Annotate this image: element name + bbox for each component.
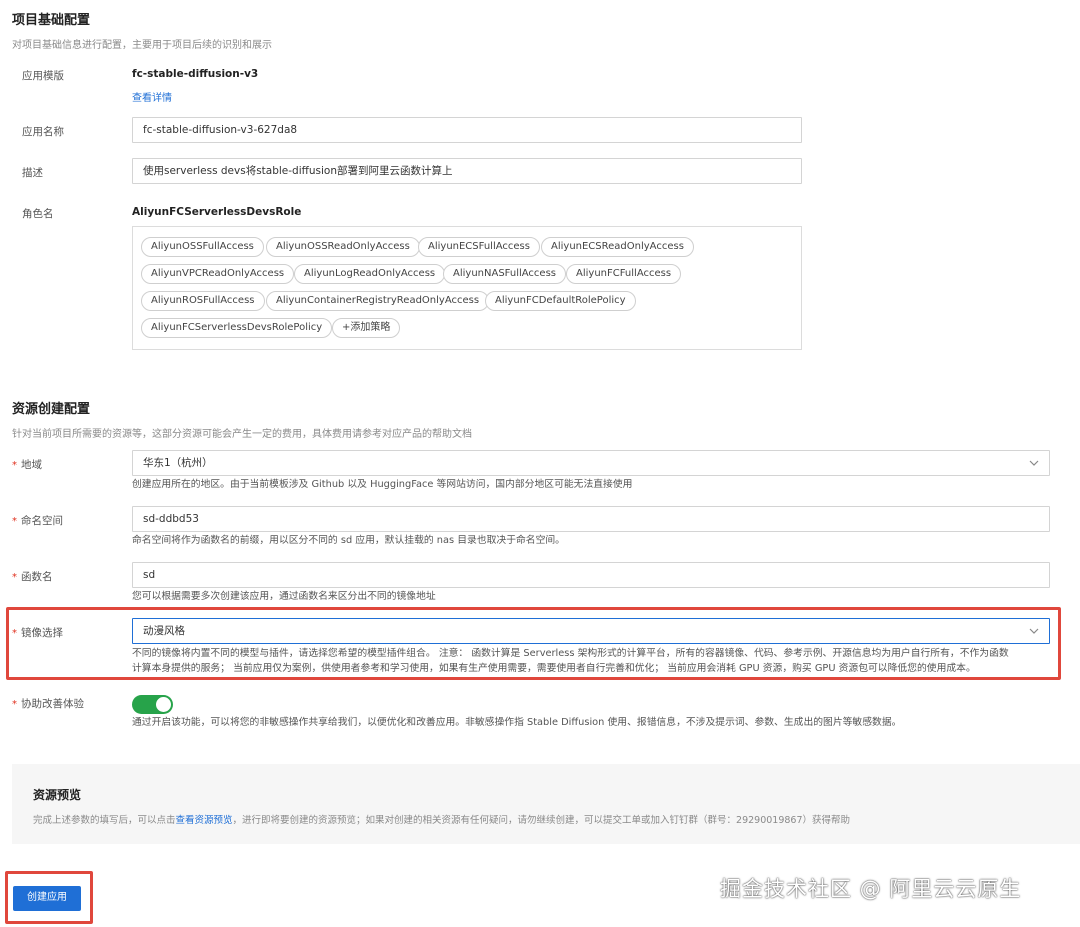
policy-tag[interactable]: AliyunFCServerlessDevsRolePolicy bbox=[141, 318, 333, 338]
function-name-label-text: 函数名 bbox=[21, 571, 53, 583]
policy-tag[interactable]: AliyunNASFullAccess bbox=[443, 264, 566, 284]
region-label: * 地域 bbox=[12, 457, 42, 472]
chevron-down-icon bbox=[1029, 460, 1039, 466]
improve-help: 通过开启该功能，可以将您的非敏感操作共享给我们，以便优化和改善应用。非敏感操作指… bbox=[132, 717, 902, 728]
image-help-line-2: 计算本身提供的服务； 当前应用仅为案例，供使用者参考和学习使用，如果有生产使用需… bbox=[132, 663, 976, 674]
required-mark: * bbox=[12, 460, 17, 471]
role-value: AliyunFCServerlessDevsRole bbox=[132, 206, 302, 218]
image-label-text: 镜像选择 bbox=[21, 627, 63, 639]
function-name-input[interactable]: sd bbox=[132, 562, 1050, 588]
preview-text-after: ，进行即将要创建的资源预览；如果对创建的相关资源有任何疑问，请勿继续创建，可以提… bbox=[232, 815, 851, 826]
preview-text-before: 完成上述参数的填写后，可以点击 bbox=[33, 815, 176, 826]
role-label: 角色名 bbox=[22, 208, 54, 220]
policy-tag[interactable]: AliyunROSFullAccess bbox=[141, 291, 265, 311]
preview-text: 完成上述参数的填写后，可以点击查看资源预览，进行即将要创建的资源预览；如果对创建… bbox=[33, 812, 850, 826]
improve-toggle[interactable] bbox=[132, 695, 173, 714]
template-value: fc-stable-diffusion-v3 bbox=[132, 68, 259, 80]
resource-section-title: 资源创建配置 bbox=[12, 402, 91, 417]
image-label: * 镜像选择 bbox=[12, 625, 63, 640]
chevron-down-icon bbox=[1029, 628, 1039, 634]
policy-tag[interactable]: AliyunContainerRegistryReadOnlyAccess bbox=[266, 291, 490, 311]
watermark: 掘金技术社区 @ 阿里云云原生 bbox=[720, 877, 1022, 901]
app-name-input[interactable]: fc-stable-diffusion-v3-627da8 bbox=[132, 117, 802, 143]
image-select[interactable]: 动漫风格 bbox=[132, 618, 1050, 644]
namespace-label-text: 命名空间 bbox=[21, 515, 63, 527]
app-name-label: 应用名称 bbox=[22, 126, 64, 138]
template-detail-link[interactable]: 查看详情 bbox=[132, 89, 172, 104]
description-input[interactable]: 使用serverless devs将stable-diffusion部署到阿里云… bbox=[132, 158, 802, 184]
required-mark: * bbox=[12, 699, 17, 710]
basic-section-desc: 对项目基础信息进行配置，主要用于项目后续的识别和展示 bbox=[12, 40, 272, 51]
preview-title: 资源预览 bbox=[33, 788, 82, 802]
policy-tag[interactable]: AliyunECSReadOnlyAccess bbox=[541, 237, 694, 257]
description-label: 描述 bbox=[22, 167, 43, 179]
policy-tag[interactable]: AliyunFCDefaultRolePolicy bbox=[485, 291, 636, 311]
function-name-help: 您可以根据需要多次创建该应用，通过函数名来区分出不同的镜像地址 bbox=[132, 591, 436, 602]
image-help: 不同的镜像将内置不同的模型与插件，请选择您希望的模型插件组合。 注意： 函数计算… bbox=[132, 646, 1052, 676]
policy-tag[interactable]: AliyunECSFullAccess bbox=[418, 237, 540, 257]
preview-link[interactable]: 查看资源预览 bbox=[176, 815, 233, 826]
preview-panel: 资源预览 完成上述参数的填写后，可以点击查看资源预览，进行即将要创建的资源预览；… bbox=[12, 764, 1080, 844]
policy-tag-box: AliyunOSSFullAccess AliyunOSSReadOnlyAcc… bbox=[132, 226, 802, 350]
improve-label-text: 协助改善体验 bbox=[21, 698, 84, 710]
required-mark: * bbox=[12, 516, 17, 527]
toggle-knob bbox=[156, 697, 171, 712]
image-select-value: 动漫风格 bbox=[143, 625, 185, 637]
region-select-value: 华东1（杭州） bbox=[143, 457, 213, 469]
namespace-input[interactable]: sd-ddbd53 bbox=[132, 506, 1050, 532]
policy-tag[interactable]: AliyunFCFullAccess bbox=[566, 264, 682, 284]
image-help-line-1: 不同的镜像将内置不同的模型与插件，请选择您希望的模型插件组合。 注意： 函数计算… bbox=[132, 648, 1009, 659]
policy-tag[interactable]: AliyunLogReadOnlyAccess bbox=[294, 264, 446, 284]
required-mark: * bbox=[12, 628, 17, 639]
namespace-help: 命名空间将作为函数名的前缀，用以区分不同的 sd 应用，默认挂载的 nas 目录… bbox=[132, 535, 565, 546]
region-help: 创建应用所在的地区。由于当前模板涉及 Github 以及 HuggingFace… bbox=[132, 479, 633, 490]
region-select[interactable]: 华东1（杭州） bbox=[132, 450, 1050, 476]
policy-tag[interactable]: AliyunOSSReadOnlyAccess bbox=[266, 237, 420, 257]
add-policy-button[interactable]: +添加策略 bbox=[332, 318, 401, 338]
policy-tag[interactable]: AliyunVPCReadOnlyAccess bbox=[141, 264, 295, 284]
policy-tag[interactable]: AliyunOSSFullAccess bbox=[141, 237, 264, 257]
template-label: 应用模版 bbox=[22, 70, 64, 82]
basic-section-title: 项目基础配置 bbox=[12, 13, 91, 28]
function-name-label: * 函数名 bbox=[12, 569, 53, 584]
required-mark: * bbox=[12, 572, 17, 583]
create-app-button[interactable]: 创建应用 bbox=[13, 886, 81, 911]
namespace-label: * 命名空间 bbox=[12, 513, 63, 528]
region-label-text: 地域 bbox=[21, 459, 42, 471]
resource-section-desc: 针对当前项目所需要的资源等，这部分资源可能会产生一定的费用，具体费用请参考对应产… bbox=[12, 429, 472, 440]
improve-label: * 协助改善体验 bbox=[12, 696, 84, 711]
